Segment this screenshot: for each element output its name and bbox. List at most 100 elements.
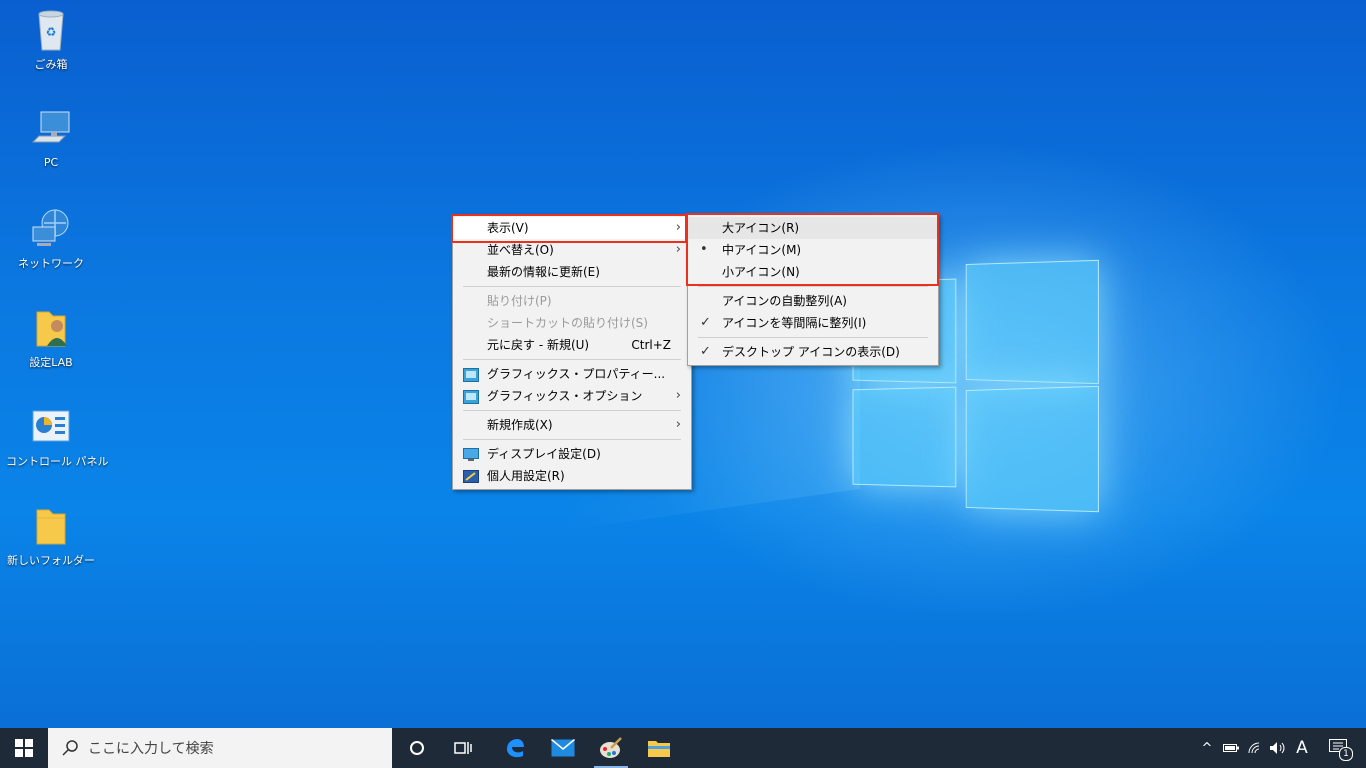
network-icon [29,207,73,251]
menu-item-view[interactable]: 表示(V) › [453,217,691,239]
mail-icon [551,739,575,757]
chevron-right-icon: › [676,217,681,239]
action-center-button[interactable]: 1 [1320,728,1356,768]
checkmark-icon: ✓ [700,341,711,363]
desktop-icon-network[interactable]: ネットワーク [6,207,96,271]
battery-tray-button[interactable] [1220,728,1242,768]
file-explorer-button[interactable] [636,728,682,768]
chevron-up-icon: ^ [1202,741,1213,756]
desktop-icon-user-folder[interactable]: 設定LAB [6,306,96,370]
chevron-right-icon: › [676,239,681,261]
menu-item-graphics-properties[interactable]: グラフィックス・プロパティー... [453,363,691,385]
radio-bullet-icon: • [700,239,708,261]
menu-item-label: 貼り付け(P) [487,294,552,308]
search-box[interactable]: ここに入力して検索 [48,728,392,768]
start-button[interactable] [0,728,48,768]
menu-item-undo[interactable]: 元に戻す - 新規(U) Ctrl+Z [453,334,691,356]
cortana-button[interactable] [394,728,440,768]
menu-separator [698,337,928,338]
menu-item-refresh[interactable]: 最新の情報に更新(E) [453,261,691,283]
menu-item-label: ショートカットの貼り付け(S) [487,316,648,330]
submenu-item-show-desktop-icons[interactable]: ✓ デスクトップ アイコンの表示(D) [688,341,938,363]
task-view-icon [454,740,472,756]
paint-button[interactable] [588,728,634,768]
graphics-icon [463,367,479,381]
menu-separator [463,286,681,287]
menu-item-label: アイコンを等間隔に整列(I) [722,316,866,330]
menu-item-label: 大アイコン(R) [722,221,799,235]
menu-item-sort[interactable]: 並べ替え(O) › [453,239,691,261]
ime-indicator[interactable]: A [1290,728,1314,768]
menu-separator [463,410,681,411]
display-icon [463,447,479,461]
cortana-icon [409,740,425,756]
menu-item-label: アイコンの自動整列(A) [722,294,847,308]
menu-item-label: 小アイコン(N) [722,265,800,279]
network-tray-button[interactable] [1244,728,1266,768]
menu-item-label: グラフィックス・オプション [487,389,642,403]
menu-item-label: 元に戻す - 新規(U) [487,338,589,352]
chevron-right-icon: › [676,385,681,407]
task-view-button[interactable] [440,728,486,768]
menu-item-label: 個人用設定(R) [487,469,565,483]
desktop[interactable]: ♻ ごみ箱 PC ネットワーク 設定LAB コントロール パネル 新しいフォルダ… [0,0,1366,728]
show-hidden-icons-button[interactable]: ^ [1196,728,1218,768]
view-submenu: 大アイコン(R) • 中アイコン(M) 小アイコン(N) アイコンの自動整列(A… [687,214,939,366]
submenu-item-auto-arrange[interactable]: アイコンの自動整列(A) [688,290,938,312]
user-folder-icon [29,306,73,350]
personalize-icon [463,469,479,483]
battery-icon [1223,743,1239,753]
submenu-item-large-icons[interactable]: 大アイコン(R) [688,217,938,239]
menu-separator [463,359,681,360]
desktop-icon-label: ごみ箱 [6,56,96,72]
desktop-icon-new-folder[interactable]: 新しいフォルダー [6,504,96,568]
desktop-icon-pc[interactable]: PC [6,108,96,169]
edge-icon [504,737,526,759]
menu-item-graphics-options[interactable]: グラフィックス・オプション › [453,385,691,407]
paint-icon [599,736,623,760]
menu-item-label: 並べ替え(O) [487,243,554,257]
menu-item-label: 表示(V) [487,221,529,235]
wallpaper-logo-pane [853,387,957,488]
desktop-icon-control-panel[interactable]: コントロール パネル [6,405,96,469]
desktop-icon-label: 設定LAB [6,354,96,370]
volume-tray-button[interactable] [1267,728,1289,768]
windows-logo-icon [15,739,33,757]
menu-item-shortcut: Ctrl+Z [631,334,671,356]
wallpaper-logo-pane [966,386,1099,512]
menu-item-label: 新規作成(X) [487,418,553,432]
file-explorer-icon [648,739,670,757]
menu-item-personalize[interactable]: 個人用設定(R) [453,465,691,487]
folder-icon [29,504,73,548]
wallpaper-logo-pane [966,260,1099,384]
mail-button[interactable] [540,728,586,768]
menu-item-paste[interactable]: 貼り付け(P) [453,290,691,312]
menu-item-paste-shortcut[interactable]: ショートカットの貼り付け(S) [453,312,691,334]
menu-item-label: ディスプレイ設定(D) [487,447,601,461]
submenu-item-small-icons[interactable]: 小アイコン(N) [688,261,938,283]
speaker-icon [1269,741,1287,755]
submenu-item-align-to-grid[interactable]: ✓ アイコンを等間隔に整列(I) [688,312,938,334]
menu-item-label: 最新の情報に更新(E) [487,265,600,279]
desktop-icon-label: PC [6,156,96,169]
computer-icon [29,108,73,152]
desktop-icon-label: ネットワーク [6,255,96,271]
menu-item-display-settings[interactable]: ディスプレイ設定(D) [453,443,691,465]
menu-item-label: 中アイコン(M) [722,243,801,257]
submenu-item-medium-icons[interactable]: • 中アイコン(M) [688,239,938,261]
notification-icon: 1 [1329,739,1347,757]
svg-text:♻: ♻ [46,25,57,39]
desktop-icon-label: コントロール パネル [6,453,96,469]
wifi-icon [1247,741,1263,755]
menu-item-new[interactable]: 新規作成(X) › [453,414,691,436]
menu-item-label: グラフィックス・プロパティー... [487,367,665,381]
menu-item-label: デスクトップ アイコンの表示(D) [722,345,900,359]
graphics-icon [463,389,479,403]
edge-button[interactable] [492,728,538,768]
search-icon [62,740,78,756]
taskbar: ここに入力して検索 ^ A 1 [0,728,1366,768]
ime-mode-label: A [1296,738,1308,758]
desktop-icon-recycle-bin[interactable]: ♻ ごみ箱 [6,8,96,72]
control-panel-icon [29,405,73,449]
desktop-icon-label: 新しいフォルダー [6,552,96,568]
